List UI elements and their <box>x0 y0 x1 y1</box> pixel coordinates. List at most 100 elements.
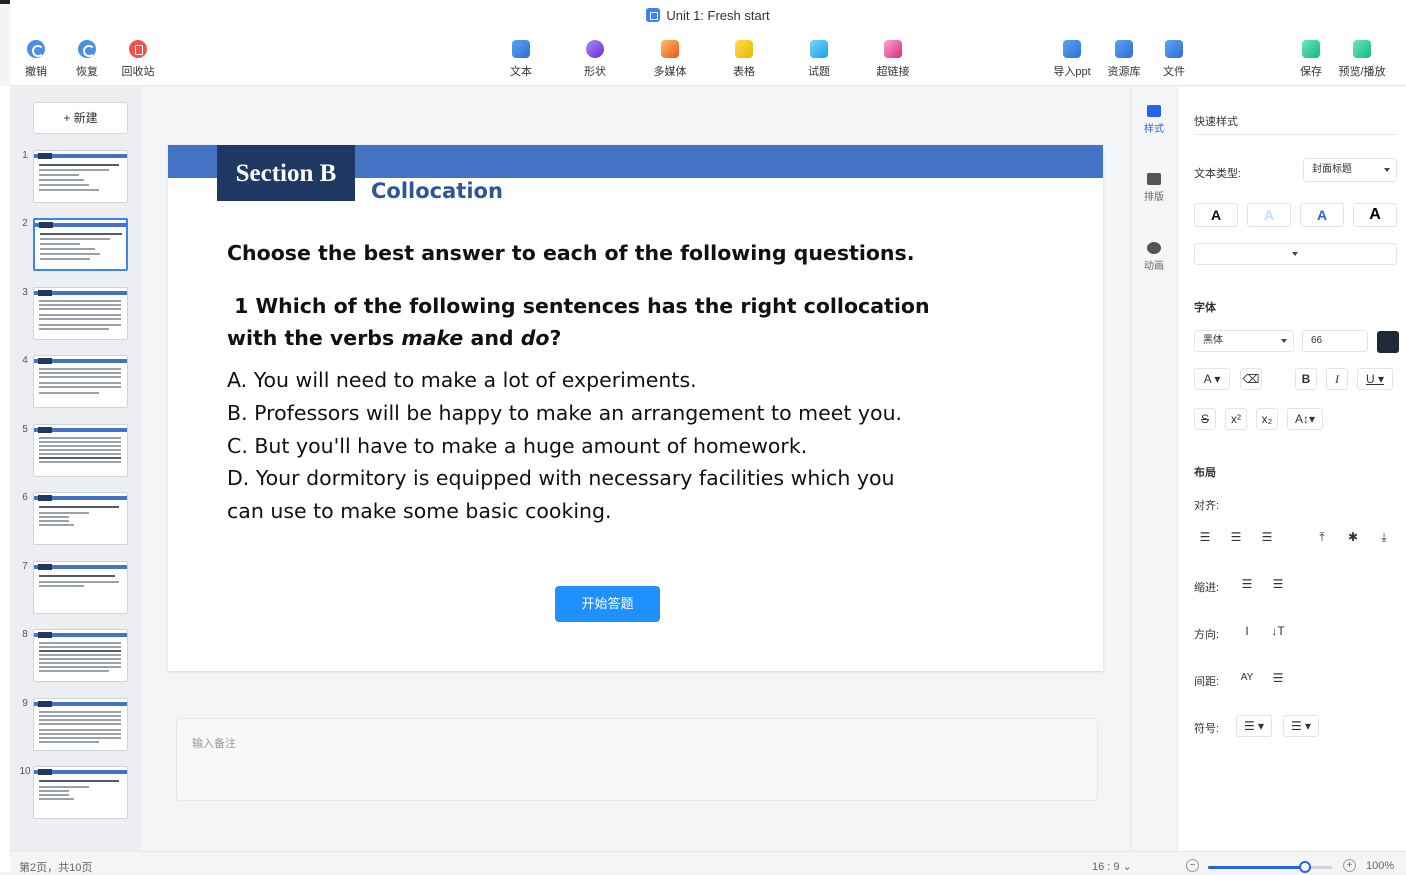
slide-subtitle[interactable]: Collocation <box>371 179 503 203</box>
text-color-button[interactable]: A ▾ <box>1194 368 1230 390</box>
recycle-bin-button[interactable]: 回收站 <box>112 40 164 79</box>
quiz-label: 试题 <box>808 66 830 78</box>
quick-style-title: 快速样式 <box>1194 116 1238 128</box>
chevron-down-icon <box>1281 339 1287 343</box>
align-center-button[interactable]: ☰ <box>1225 527 1247 549</box>
hyperlink-label: 超链接 <box>876 66 910 78</box>
undo-button[interactable]: 撤销 <box>10 40 62 79</box>
italic-button[interactable]: I <box>1326 368 1348 390</box>
slide-number: 6 <box>22 492 28 503</box>
insert-media-button[interactable]: 多媒体 <box>644 40 696 79</box>
eraser-button[interactable]: ⌫ <box>1240 368 1262 390</box>
save-label: 保存 <box>1300 66 1322 78</box>
numbered-list-button[interactable]: ☰ ▾ <box>1283 715 1319 737</box>
zoom-out-button[interactable]: − <box>1186 859 1199 872</box>
slide-thumbnail-2[interactable]: 2 <box>18 218 138 274</box>
slide-thumbnail-10[interactable]: 10 <box>18 766 138 822</box>
indent-decrease-button[interactable]: ☰ <box>1236 574 1258 596</box>
zoom-in-button[interactable]: + <box>1343 859 1356 872</box>
preview-play-button[interactable]: 预览/播放 <box>1332 40 1392 79</box>
slide-number: 8 <box>22 629 28 640</box>
font-family-select[interactable]: 黑体 <box>1194 330 1294 352</box>
library-icon <box>1115 40 1133 58</box>
subscript-button[interactable]: x₂ <box>1256 408 1278 430</box>
import-ppt-button[interactable]: 导入ppt <box>1046 40 1098 79</box>
font-color-swatch[interactable] <box>1377 331 1399 353</box>
slide-thumbnail-1[interactable]: 1 <box>18 150 138 206</box>
editing-canvas: Section B Collocation Choose the best an… <box>152 87 1130 851</box>
slide-thumbnail-3[interactable]: 3 <box>18 287 138 343</box>
insert-quiz-button[interactable]: 试题 <box>793 40 845 79</box>
font-size-stepper[interactable]: 66 <box>1302 330 1368 352</box>
new-slide-button[interactable]: + 新建 <box>33 102 128 134</box>
quick-style-a-light[interactable]: A <box>1247 203 1291 227</box>
save-button[interactable]: 保存 <box>1285 40 1337 79</box>
line-spacing-button[interactable]: ☰ <box>1267 668 1289 690</box>
slide-number: 2 <box>22 218 28 229</box>
file-icon <box>1165 40 1183 58</box>
insert-text-button[interactable]: 文本 <box>495 40 547 79</box>
tab-style[interactable]: 样式 <box>1131 105 1177 135</box>
direction-horizontal-button[interactable]: I <box>1236 621 1258 643</box>
bold-button[interactable]: B <box>1295 368 1317 390</box>
current-slide[interactable]: Section B Collocation Choose the best an… <box>168 145 1103 671</box>
thumbnail-preview <box>33 355 128 408</box>
tab-layout[interactable]: 排版 <box>1131 173 1177 203</box>
answer-options[interactable]: A. You will need to make a lot of experi… <box>227 364 987 528</box>
zoom-slider-handle[interactable] <box>1298 861 1311 873</box>
file-button[interactable]: 文件 <box>1148 40 1200 79</box>
style-dropdown[interactable] <box>1194 243 1397 265</box>
start-answer-button[interactable]: 开始答题 <box>555 586 660 622</box>
indent-increase-button[interactable]: ☰ <box>1267 574 1289 596</box>
quick-style-a-black[interactable]: A <box>1194 203 1238 227</box>
animation-icon <box>1147 242 1161 254</box>
text-size-button[interactable]: A↕▾ <box>1287 408 1323 430</box>
align-right-button[interactable]: ☰ <box>1256 527 1278 549</box>
slide-thumbnail-4[interactable]: 4 <box>18 355 138 411</box>
redo-button[interactable]: 恢复 <box>61 40 113 79</box>
section-title[interactable]: Section B <box>217 145 355 201</box>
strikethrough-button[interactable]: S <box>1194 408 1216 430</box>
quick-style-a-bold[interactable]: A <box>1353 203 1397 227</box>
quick-style-a-blue[interactable]: A <box>1300 203 1344 227</box>
letter-spacing-button[interactable]: AY <box>1236 668 1258 690</box>
resource-library-button[interactable]: 资源库 <box>1098 40 1150 79</box>
aspect-ratio-select[interactable]: 16 : 9 ⌄ <box>1092 860 1132 873</box>
media-label: 多媒体 <box>653 66 687 78</box>
notes-input[interactable]: 输入备注 <box>176 718 1098 801</box>
align-bottom-icon: ⤓ <box>1381 530 1387 544</box>
spacing-label: 间距: <box>1194 676 1220 688</box>
indent-decrease-icon: ☰ <box>1241 577 1253 591</box>
zoom-slider[interactable] <box>1208 861 1332 873</box>
slide-thumbnail-9[interactable]: 9 <box>18 698 138 754</box>
text-type-select[interactable]: 封面标题 <box>1303 158 1397 182</box>
direction-vertical-button[interactable]: ↓T <box>1267 621 1289 643</box>
align-left-button[interactable]: ☰ <box>1194 527 1216 549</box>
slide-thumbnail-5[interactable]: 5 <box>18 424 138 480</box>
option-d: D. Your dormitory is equipped with neces… <box>227 466 895 491</box>
text-vertical-icon: ↓T <box>1271 624 1285 638</box>
superscript-button[interactable]: x² <box>1225 408 1247 430</box>
slide-thumbnail-6[interactable]: 6 <box>18 492 138 548</box>
slide-thumbnail-8[interactable]: 8 <box>18 629 138 685</box>
slide-thumbnail-7[interactable]: 7 <box>18 561 138 617</box>
align-bottom-button[interactable]: ⤓ <box>1373 527 1395 549</box>
property-tabs: 样式 排版 动画 <box>1130 87 1176 851</box>
thumbnail-preview <box>33 629 128 682</box>
undo-label: 撤销 <box>25 66 47 78</box>
insert-hyperlink-button[interactable]: 超链接 <box>867 40 919 79</box>
chevron-down-icon <box>1384 168 1390 172</box>
insert-table-button[interactable]: 表格 <box>718 40 770 79</box>
insert-shape-button[interactable]: 形状 <box>569 40 621 79</box>
align-middle-button[interactable]: ✱ <box>1342 527 1364 549</box>
align-top-button[interactable]: ⤒ <box>1311 527 1333 549</box>
underline-button[interactable]: U ▾ <box>1357 368 1393 390</box>
slide-number: 7 <box>22 561 28 572</box>
slide-number: 3 <box>22 287 28 298</box>
tab-animation[interactable]: 动画 <box>1131 242 1177 272</box>
question-text[interactable]: 1 Which of the following sentences has t… <box>227 290 947 354</box>
bullet-list-button[interactable]: ☰ ▾ <box>1236 715 1272 737</box>
instruction-text[interactable]: Choose the best answer to each of the fo… <box>227 241 915 265</box>
table-label: 表格 <box>733 66 755 78</box>
thumbnail-preview <box>33 424 128 477</box>
